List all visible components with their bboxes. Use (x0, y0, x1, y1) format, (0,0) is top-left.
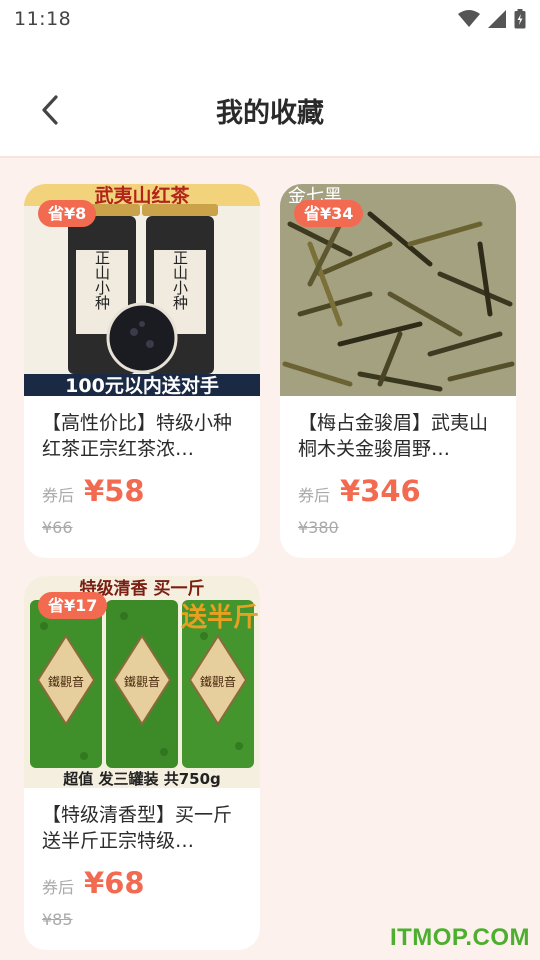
original-price: ¥380 (298, 518, 339, 537)
product-image: 金七黑 省¥34 (280, 184, 516, 396)
product-card[interactable]: 武夷山红茶 正山小种 正山小种 100元以内送对手 省¥8 【高性价比】特级小种… (24, 184, 260, 558)
can-1-text: 正山小种 (93, 250, 111, 310)
price-value: ¥58 (84, 474, 145, 508)
cellular-signal-icon (488, 10, 506, 28)
price-label: 券后 (298, 486, 331, 505)
app-header: 我的收藏 (0, 38, 540, 156)
can-2-text: 正山小种 (171, 250, 189, 310)
price-row: 券后 ¥58 (42, 474, 145, 508)
price-value: ¥346 (340, 474, 421, 508)
can-text: 鐵觀音 (124, 674, 160, 689)
product-card[interactable]: 特级清香 买一斤 鐵觀音 鐵觀音 鐵觀音 送半斤 超值 发三罐装 共750g 省… (24, 576, 260, 950)
product-title: 【高性价比】特级小种红茶正宗红茶浓… (42, 412, 233, 460)
price-label: 券后 (42, 486, 75, 505)
status-time: 11:18 (14, 8, 72, 30)
price-row: 券后 ¥346 (298, 474, 421, 508)
product-card[interactable]: 金七黑 省¥34 【梅占金骏眉】武夷山桐木关金骏眉野… 券后 ¥346 ¥380 (280, 184, 516, 558)
savings-badge: 省¥8 (38, 200, 97, 227)
image-top-text: 武夷山红茶 (94, 184, 190, 207)
product-title: 【梅占金骏眉】武夷山桐木关金骏眉野… (298, 412, 489, 460)
wifi-icon (458, 10, 480, 27)
can-text: 鐵觀音 (48, 674, 84, 689)
watermark-logo: ITMOP.COM (389, 924, 530, 951)
status-icons (458, 9, 526, 29)
product-title: 【特级清香型】买一斤送半斤正宗特级… (42, 804, 233, 852)
image-promo-text: 送半斤 (181, 603, 259, 633)
header-divider (0, 156, 540, 158)
savings-badge: 省¥17 (38, 592, 108, 619)
battery-icon (514, 9, 526, 29)
page-title: 我的收藏 (216, 98, 324, 129)
original-price: ¥66 (42, 518, 73, 537)
original-price: ¥85 (42, 910, 73, 929)
can-text: 鐵觀音 (200, 674, 236, 689)
price-label: 券后 (42, 878, 75, 897)
image-bottom-text: 100元以内送对手 (65, 374, 219, 396)
price-value: ¥68 (84, 866, 145, 900)
product-image: 特级清香 买一斤 鐵觀音 鐵觀音 鐵觀音 送半斤 超值 发三罐装 共750g 省… (24, 576, 260, 788)
price-row: 券后 ¥68 (42, 866, 145, 900)
status-bar: 11:18 (0, 0, 540, 38)
image-bottom-text: 超值 发三罐装 共750g (62, 770, 221, 788)
product-image: 武夷山红茶 正山小种 正山小种 100元以内送对手 省¥8 (24, 184, 260, 396)
savings-badge: 省¥34 (294, 200, 364, 227)
